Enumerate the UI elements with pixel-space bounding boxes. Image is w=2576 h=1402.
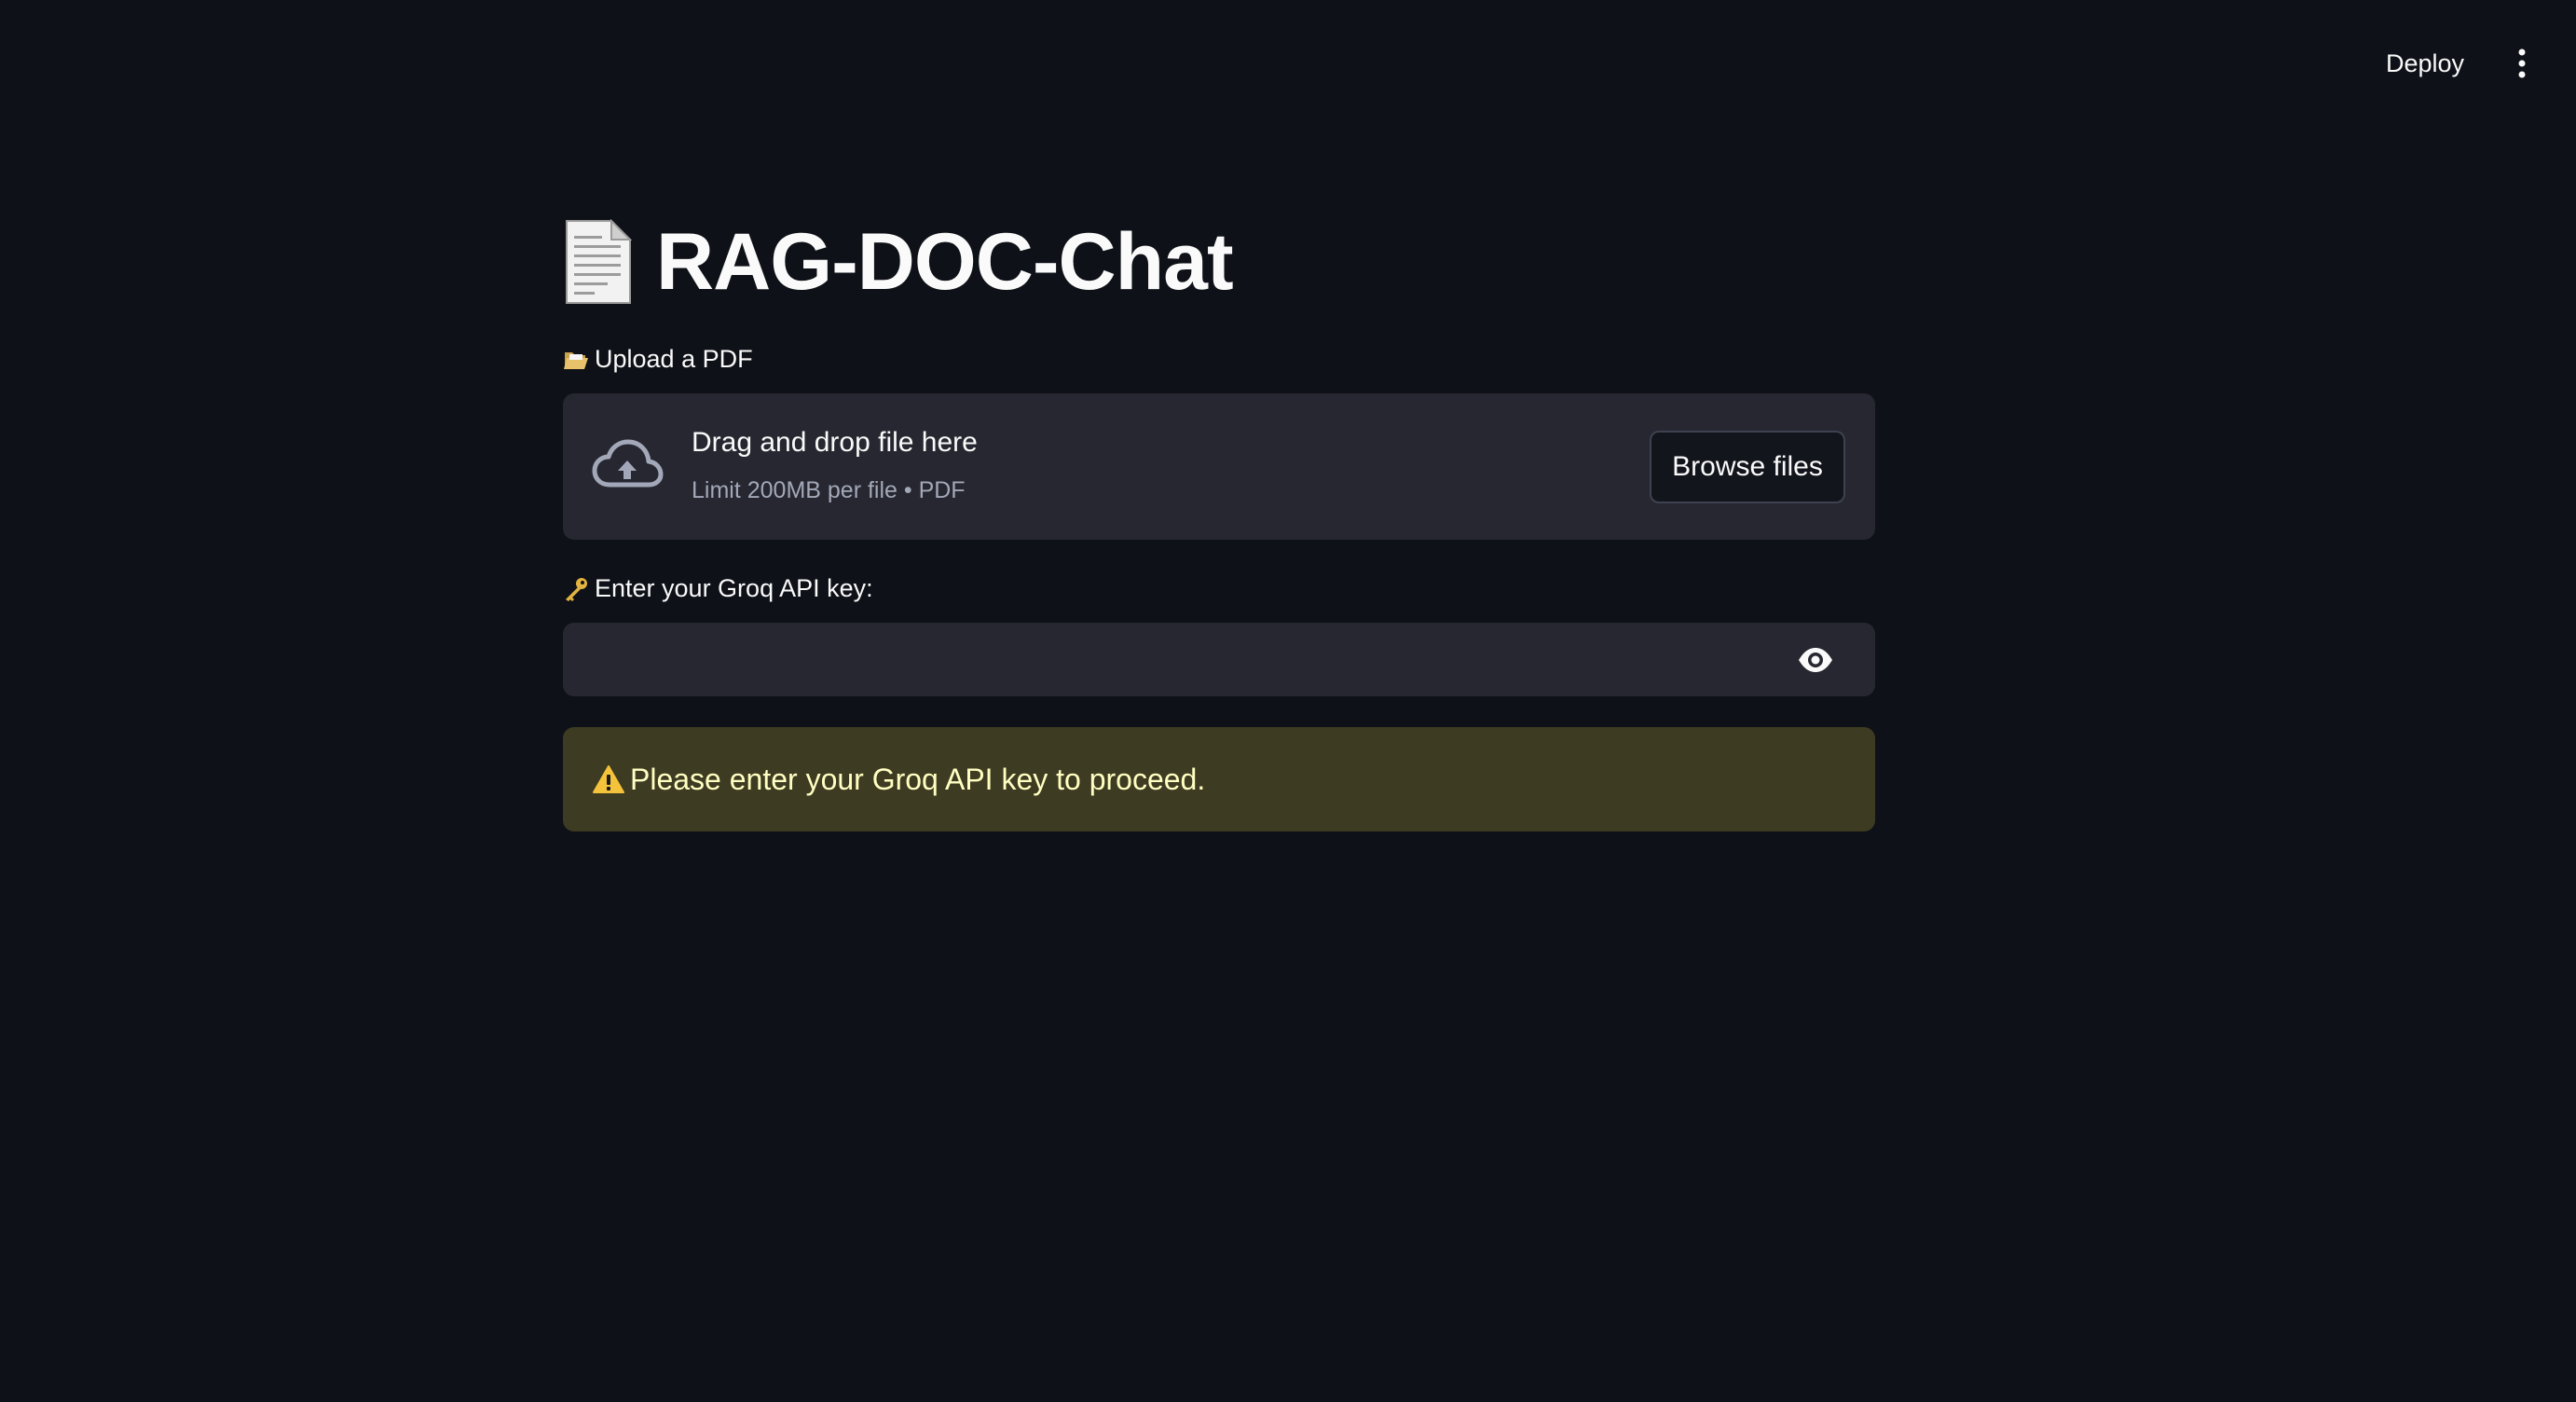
dropzone-title: Drag and drop file here <box>692 427 978 458</box>
api-key-input[interactable] <box>585 623 1773 698</box>
dropzone-subtitle: Limit 200MB per file • PDF <box>692 477 966 503</box>
warning-triangle-icon <box>593 765 624 793</box>
eye-icon[interactable] <box>1797 645 1834 675</box>
upload-label-text: Upload a PDF <box>595 345 753 373</box>
page-facing-up-icon <box>566 219 632 304</box>
api-key-label: Enter your Groq API key: <box>563 574 873 603</box>
open-folder-icon <box>564 351 588 369</box>
warning-text: Please enter your Groq API key to procee… <box>630 762 1206 796</box>
browse-files-button[interactable]: Browse files <box>1650 431 1845 503</box>
key-icon <box>566 577 587 601</box>
app-root: Deploy RAG-DOC-Chat Upload a PDF Drag an… <box>0 0 2576 1402</box>
cloud-upload-icon <box>592 439 664 488</box>
warning-alert: Please enter your Groq API key to procee… <box>563 727 1875 832</box>
api-key-field[interactable] <box>563 623 1875 698</box>
main-menu-button[interactable] <box>2503 45 2541 82</box>
deploy-button[interactable]: Deploy <box>2375 41 2475 86</box>
app-header: Deploy <box>0 0 2576 127</box>
vertical-ellipsis-icon <box>2518 48 2526 78</box>
upload-label: Upload a PDF <box>563 345 753 374</box>
api-key-label-text: Enter your Groq API key: <box>595 574 873 602</box>
warning-content: Please enter your Groq API key to procee… <box>593 727 1205 832</box>
file-dropzone[interactable]: Drag and drop file here Limit 200MB per … <box>563 393 1875 540</box>
title-row: RAG-DOC-Chat <box>563 211 1234 313</box>
page-title: RAG-DOC-Chat <box>656 216 1234 307</box>
